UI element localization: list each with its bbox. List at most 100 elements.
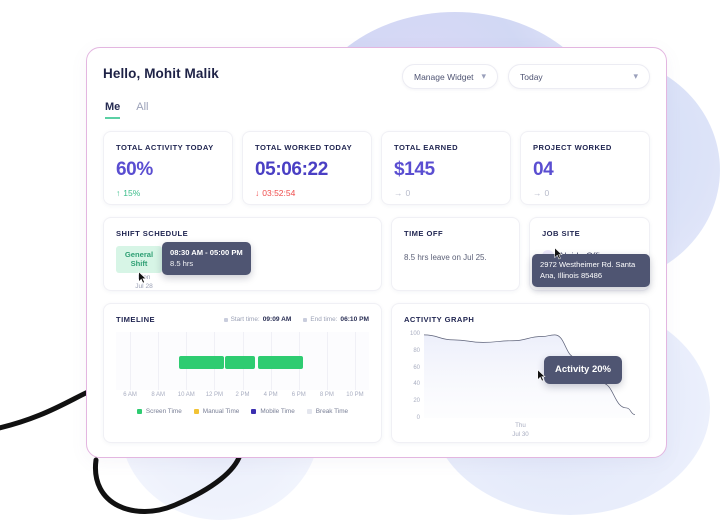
activity-y-tick: 60 (413, 364, 420, 371)
shift-date-date: Jul 28 (135, 282, 153, 290)
tile-delta-value: 0 (405, 188, 411, 198)
tile-label: ACTIVITY GRAPH (404, 315, 475, 324)
timeline-x-axis: 6 AM 8 AM 10 AM 12 PM 2 PM 4 PM 6 PM 8 PM 10 PM (116, 392, 369, 404)
legend-swatch-icon (193, 409, 199, 414)
timeline-bar-segment[interactable] (257, 356, 304, 369)
timeline-end-time: End time: 06:10 PM (303, 316, 369, 323)
activity-y-axis: 100 80 60 40 20 0 (404, 331, 424, 421)
timeline-plot (116, 332, 369, 390)
legend-label: Screen Time (145, 408, 182, 415)
tile-activity-graph[interactable]: ACTIVITY GRAPH 100 80 60 40 20 0 Activit… (391, 303, 650, 443)
activity-x-label: Thu Jul 30 (404, 422, 637, 439)
timeline-legend-item: Manual Time (193, 408, 240, 415)
timeline-axis-tick: 6 PM (291, 392, 306, 398)
shift-tooltip-time: 08:30 AM - 05:00 PM (170, 248, 243, 257)
start-caption: Start time: (230, 316, 260, 323)
tile-value: 04 (533, 159, 554, 180)
tile-delta: ↑ 15% (116, 188, 220, 198)
manage-widget-dropdown[interactable]: Manage Widget ▾ (402, 64, 498, 89)
tile-total-earned[interactable]: TOTAL EARNED $145 → 0 (381, 131, 511, 205)
tile-time-off[interactable]: TIME OFF 8.5 hrs leave on Jul 25. (391, 217, 520, 291)
timeline-chart: 6 AM 8 AM 10 AM 12 PM 2 PM 4 PM 6 PM 8 PM 10 PM (116, 332, 369, 404)
shift-tooltip-hours: 8.5 hrs (170, 259, 194, 269)
timeline-axis-tick: 12 PM (205, 392, 224, 398)
tile-value: $145 (394, 159, 435, 180)
tile-project-worked[interactable]: PROJECT WORKED 04 → 0 (520, 131, 650, 205)
start-time-value: 09:09 AM (262, 316, 292, 323)
timeline-legend-item: Screen Time (136, 408, 182, 415)
timeline-bars (116, 356, 369, 369)
timeline-header: TIMELINE Start time: 09:09 AM End time: … (116, 315, 369, 324)
legend-swatch-icon (306, 409, 312, 414)
dashboard-card: Hello, Mohit Malik Manage Widget ▾ Today… (86, 47, 667, 458)
tab-all[interactable]: All (136, 101, 148, 119)
timeline-axis-tick: 8 AM (151, 392, 165, 398)
arrow-down-icon: ↓ (255, 188, 260, 198)
secondary-row: SHIFT SCHEDULE General Shift Mon Jul 28 … (103, 217, 650, 291)
tile-delta: → 0 (394, 188, 498, 198)
job-site-address-tooltip: 2972 Westheimer Rd. Santa Ana, Illinois … (532, 254, 650, 287)
activity-x-day: Thu (515, 422, 526, 429)
tile-label: PROJECT WORKED (533, 143, 612, 152)
activity-y-tick: 0 (416, 415, 420, 421)
timeline-axis-tick: 4 PM (263, 392, 278, 398)
tile-timeline[interactable]: TIMELINE Start time: 09:09 AM End time: … (103, 303, 382, 443)
end-marker-icon (303, 317, 308, 322)
header-controls: Manage Widget ▾ Today ▾ (402, 64, 650, 89)
activity-x-date: Jul 30 (512, 430, 529, 438)
timeline-bar-segment[interactable] (179, 356, 224, 369)
activity-y-tick: 100 (409, 331, 420, 337)
chevron-down-icon: ▾ (633, 71, 638, 81)
tile-delta-value: 0 (544, 188, 550, 198)
shift-tooltip: 08:30 AM - 05:00 PM 8.5 hrs (162, 242, 251, 275)
timeline-start-time: Start time: 09:09 AM (223, 316, 292, 323)
manage-widget-label: Manage Widget (414, 71, 474, 82)
tile-label: SHIFT SCHEDULE (116, 229, 189, 238)
timeline-axis-tick: 10 PM (346, 392, 364, 398)
tile-delta: → 0 (533, 188, 637, 198)
activity-y-tick: 40 (413, 381, 420, 388)
charts-row: TIMELINE Start time: 09:09 AM End time: … (103, 303, 650, 443)
legend-swatch-icon (136, 409, 142, 414)
tile-delta: ↓ 03:52:54 (255, 188, 359, 198)
timeline-axis-tick: 8 PM (319, 392, 334, 398)
legend-label: Manual Time (202, 408, 240, 415)
tab-bar: Me All (103, 101, 650, 119)
tile-label: TOTAL WORKED TODAY (255, 143, 353, 152)
tile-shift-schedule[interactable]: SHIFT SCHEDULE General Shift Mon Jul 28 … (103, 217, 382, 291)
activity-y-tick: 80 (413, 347, 420, 354)
period-dropdown[interactable]: Today ▾ (508, 64, 650, 89)
start-marker-icon (223, 317, 228, 322)
shift-schedule-chart: General Shift Mon Jul 28 08:30 AM - 05:0… (116, 242, 369, 291)
arrow-up-icon: ↑ (116, 188, 121, 198)
tab-me[interactable]: Me (105, 101, 121, 119)
screenshot-stage: Hello, Mohit Malik Manage Widget ▾ Today… (0, 0, 727, 531)
activity-chart: 100 80 60 40 20 0 Activity 20% Thu Jul 3… (404, 331, 637, 442)
legend-swatch-icon (251, 409, 257, 414)
tile-delta-value: 03:52:54 (262, 188, 296, 198)
activity-y-tick: 20 (413, 398, 420, 405)
period-label: Today (520, 71, 543, 82)
kpi-row: TOTAL ACTIVITY TODAY 60% ↑ 15% TOTAL WOR… (103, 131, 650, 205)
tile-label: TIMELINE (116, 315, 156, 324)
tile-total-worked-today[interactable]: TOTAL WORKED TODAY 05:06:22 ↓ 03:52:54 (242, 131, 372, 205)
card-header: Hello, Mohit Malik Manage Widget ▾ Today… (103, 64, 650, 89)
tile-label: TOTAL EARNED (394, 143, 459, 152)
timeline-legend-item: Mobile Time (251, 408, 295, 415)
arrow-right-icon: → (533, 188, 542, 198)
legend-label: Mobile Time (260, 408, 295, 415)
shift-block[interactable]: General Shift (116, 246, 162, 273)
timeline-bar-segment[interactable] (224, 356, 256, 369)
tile-label: TIME OFF (404, 229, 444, 238)
shift-date: Mon Jul 28 (122, 274, 166, 291)
shift-date-day: Mon (137, 274, 151, 281)
tile-value: 60% (116, 159, 153, 180)
timeline-axis-tick: 2 PM (235, 392, 250, 398)
tile-label: JOB SITE (542, 229, 581, 238)
tile-job-site[interactable]: JOB SITE Noida Office 2972 Westheimer Rd… (529, 217, 650, 291)
page-title: Hello, Mohit Malik (103, 66, 219, 81)
chevron-down-icon: ▾ (481, 71, 487, 81)
timeline-times: Start time: 09:09 AM End time: 06:10 PM (223, 316, 369, 323)
timeline-legend-item: Break Time (306, 408, 348, 415)
tile-total-activity-today[interactable]: TOTAL ACTIVITY TODAY 60% ↑ 15% (103, 131, 233, 205)
